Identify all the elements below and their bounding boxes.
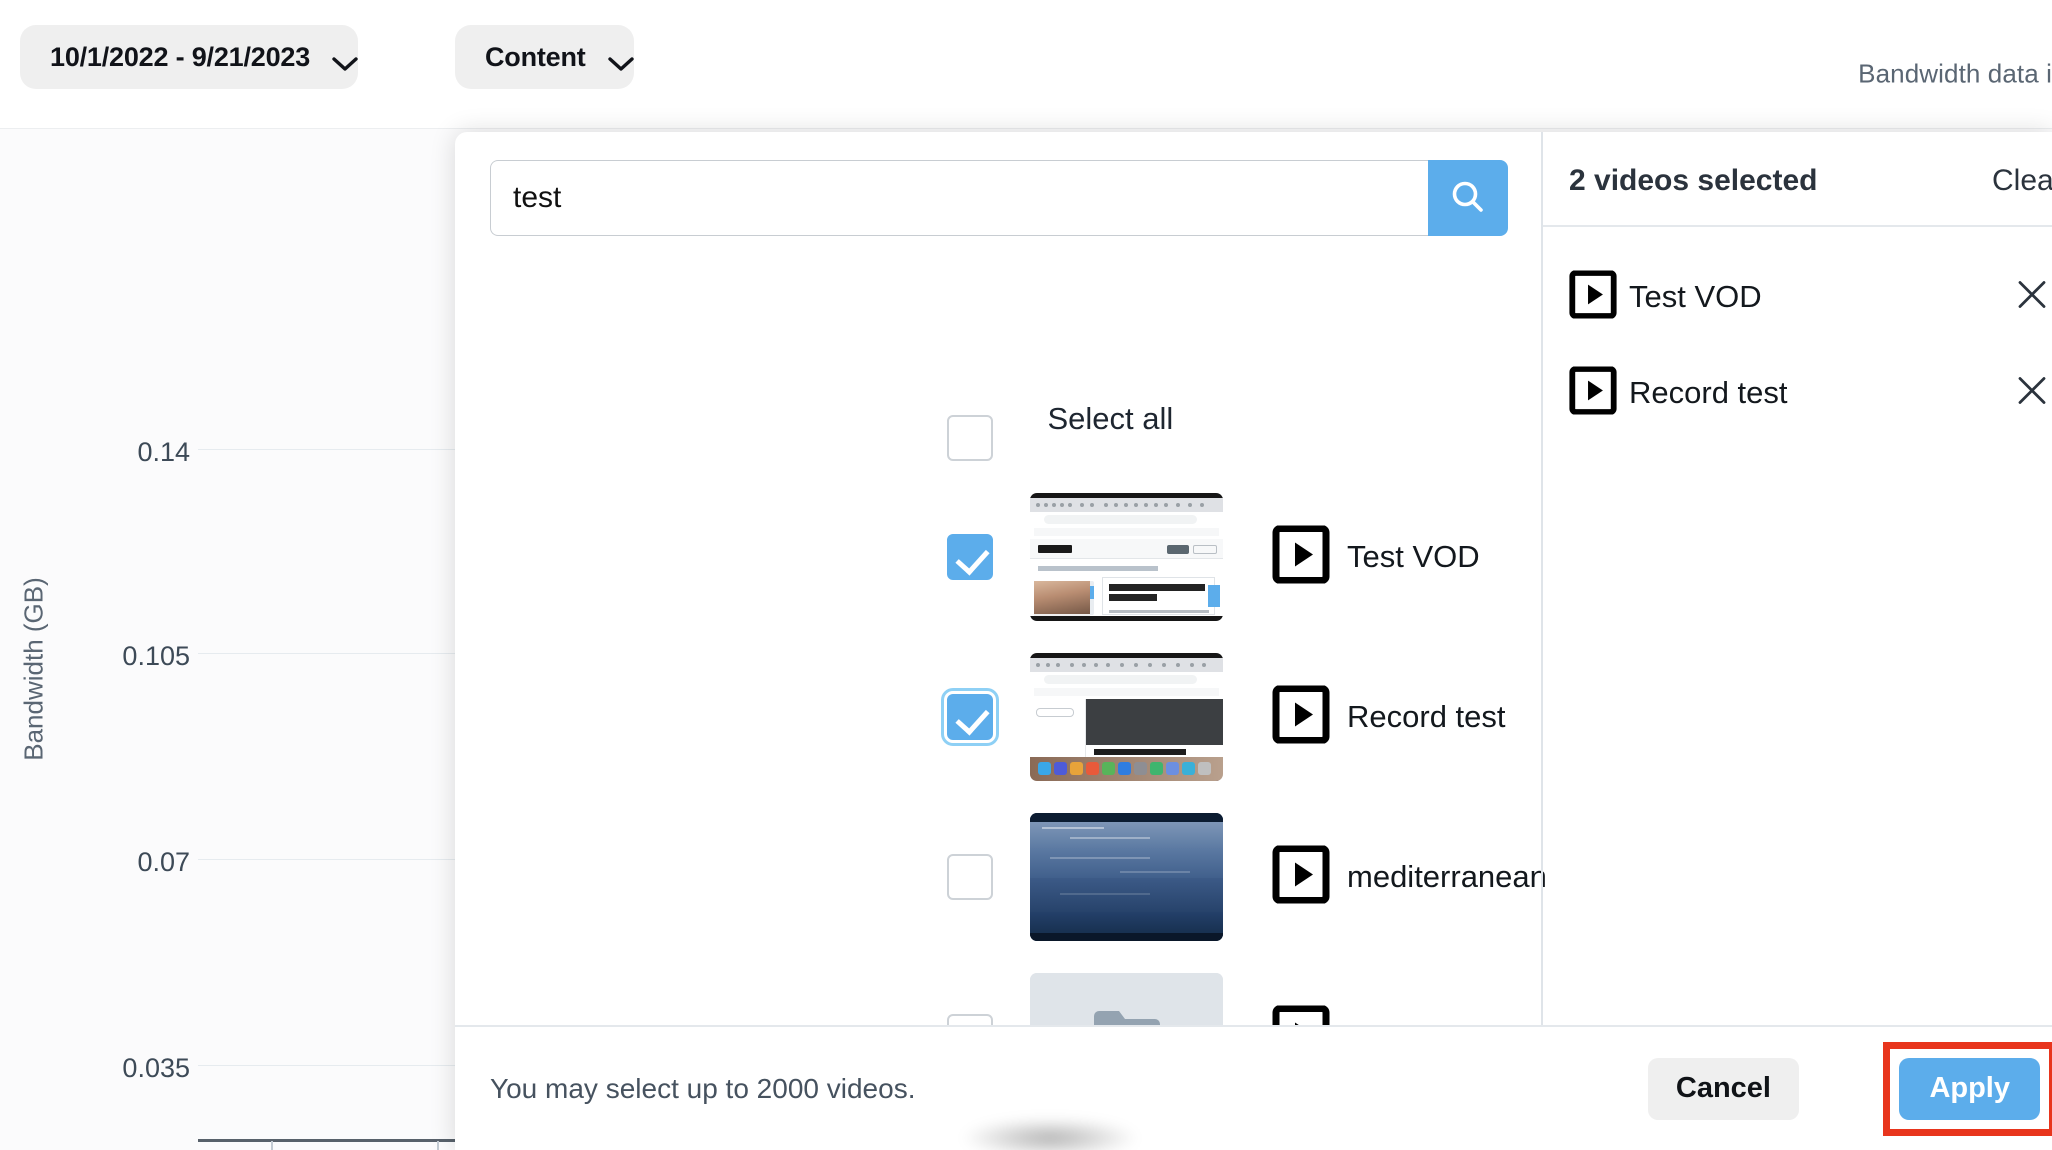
video-play-icon xyxy=(1569,270,1617,324)
modal-drop-shadow xyxy=(960,1118,1140,1150)
video-title: Record test xyxy=(1347,699,1506,734)
app-root: Bandwidth (GB) 0.14 0.105 0.07 0.035 0 1… xyxy=(0,0,2052,1150)
video-row[interactable]: Test VOD xyxy=(455,477,1541,637)
video-picker-modal: Select all xyxy=(455,132,2052,1150)
content-filter-dropdown[interactable]: Content xyxy=(455,25,634,89)
select-all-label: Select all xyxy=(1047,401,1174,436)
modal-footer: You may select up to 2000 videos. Cancel… xyxy=(455,1025,2052,1150)
chart-y-tick: 0.07 xyxy=(137,847,190,877)
selected-video-title: Record test xyxy=(1629,375,1788,410)
selected-header: 2 videos selected Clear all xyxy=(1543,132,2052,224)
chart-y-tick: 0.14 xyxy=(137,437,190,467)
modal-body: Select all xyxy=(455,132,2052,1101)
select-all-row[interactable]: Select all xyxy=(947,401,1173,461)
selected-video-item: Test VOD xyxy=(1543,260,2052,334)
ocean-waves-thumbnail xyxy=(1030,813,1223,941)
chart-y-tick: 0.035 xyxy=(122,1053,190,1083)
cancel-button[interactable]: Cancel xyxy=(1647,1057,1799,1120)
selected-video-item: Record test xyxy=(1543,356,2052,430)
video-checkbox[interactable] xyxy=(947,854,993,900)
video-title: mediterranean xyxy=(1347,859,1547,894)
video-row[interactable]: Record test xyxy=(455,637,1541,797)
search-icon xyxy=(1448,177,1488,220)
video-list-pane: Select all xyxy=(455,132,1547,1101)
date-range-label: 10/1/2022 - 9/21/2023 xyxy=(50,41,311,72)
apply-button[interactable]: Apply xyxy=(1899,1057,2040,1120)
search-row xyxy=(490,160,1508,236)
selection-limit-note: You may select up to 2000 videos. xyxy=(490,1072,916,1104)
selected-count-label: 2 videos selected xyxy=(1569,164,1818,197)
chart-y-axis-title: Bandwidth (GB) xyxy=(18,577,49,761)
selected-header-divider xyxy=(1543,225,2052,227)
video-checkbox[interactable] xyxy=(941,688,999,746)
chart-y-tick: 0.105 xyxy=(122,641,190,671)
clear-all-button[interactable]: Clear all xyxy=(1992,164,2052,198)
selected-videos-pane: 2 videos selected Clear all Test VOD xyxy=(1543,132,2052,1025)
top-toolbar: 10/1/2022 - 9/21/2023 Content Bandwidth … xyxy=(0,0,2052,128)
bandwidth-data-note: Bandwidth data i xyxy=(1858,58,2052,89)
video-play-icon xyxy=(1272,525,1330,589)
video-play-icon xyxy=(1272,685,1330,749)
close-icon[interactable] xyxy=(2015,278,2049,317)
video-checkbox[interactable] xyxy=(947,534,993,580)
browser-screenshot-thumbnail xyxy=(1030,493,1223,621)
close-icon[interactable] xyxy=(2015,374,2049,413)
apply-button-highlight: Apply xyxy=(1883,1041,2052,1136)
chart-x-tick xyxy=(437,1141,439,1150)
video-play-icon xyxy=(1272,845,1330,909)
date-range-picker[interactable]: 10/1/2022 - 9/21/2023 xyxy=(20,25,359,89)
search-button[interactable] xyxy=(1428,160,1508,236)
content-filter-label: Content xyxy=(485,41,586,72)
chart-x-tick xyxy=(271,1141,273,1150)
video-row[interactable]: mediterranean xyxy=(455,797,1547,957)
video-title: Test VOD xyxy=(1347,539,1480,574)
desktop-screenshot-thumbnail xyxy=(1030,653,1223,781)
select-all-checkbox[interactable] xyxy=(947,414,993,461)
search-input[interactable] xyxy=(490,160,1428,236)
selected-video-title: Test VOD xyxy=(1629,279,1762,314)
video-play-icon xyxy=(1569,366,1617,420)
